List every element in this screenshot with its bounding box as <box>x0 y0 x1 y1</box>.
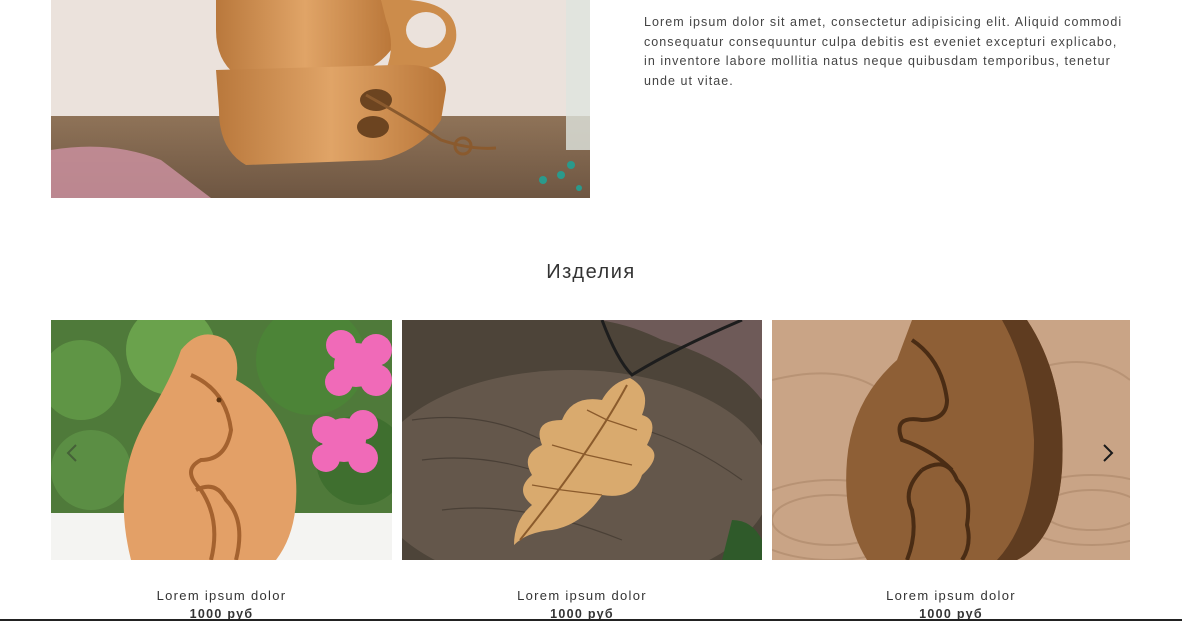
carousel-next-button[interactable] <box>1098 441 1118 469</box>
hero-image-wooden-cups <box>51 0 590 198</box>
product-card[interactable]: Lorem ipsum dolor 1000 руб <box>402 320 762 621</box>
product-image-bear-family-puzzle[interactable] <box>772 320 1130 560</box>
product-name[interactable]: Lorem ipsum dolor <box>772 588 1130 603</box>
section-title: Изделия <box>546 261 636 283</box>
product-image-bear-puzzle[interactable] <box>51 320 392 560</box>
about-text: Lorem ipsum dolor sit amet, consectetur … <box>644 15 1123 88</box>
chevron-left-icon <box>66 443 78 468</box>
product-name[interactable]: Lorem ipsum dolor <box>51 588 392 603</box>
product-card[interactable]: Lorem ipsum dolor 1000 руб <box>772 320 1130 621</box>
product-image-oak-leaf-pendant[interactable] <box>402 320 762 560</box>
product-card[interactable]: Lorem ipsum dolor 1000 руб <box>51 320 392 621</box>
chevron-right-icon <box>1102 443 1114 468</box>
product-name[interactable]: Lorem ipsum dolor <box>402 588 762 603</box>
carousel-prev-button[interactable] <box>62 441 82 469</box>
